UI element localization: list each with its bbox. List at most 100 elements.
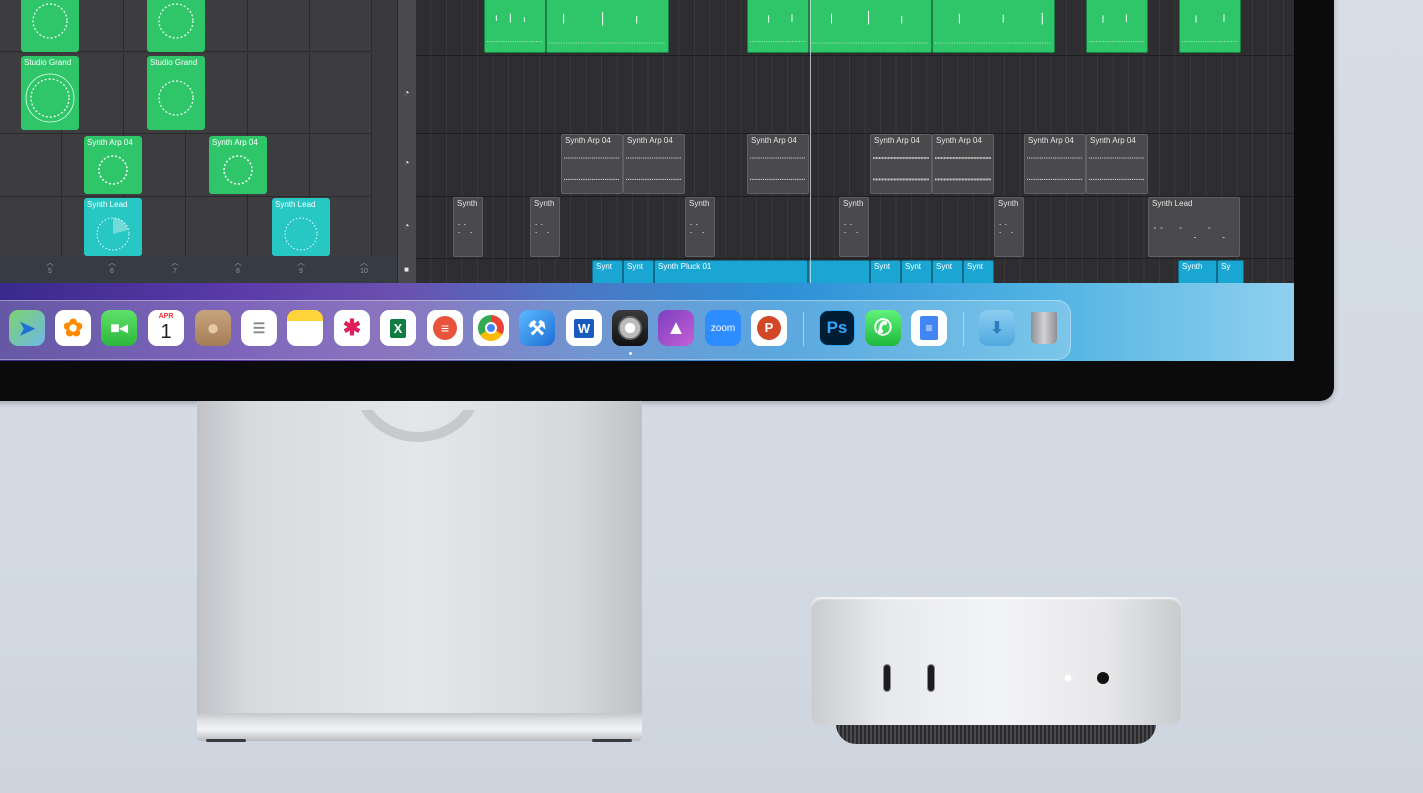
live-loops-grid: Studio Grand Studio Grand Synth Arp 04 S… xyxy=(0,0,397,283)
live-loop-cell[interactable]: Synth Arp 04 xyxy=(84,136,142,194)
slack-icon[interactable]: ✱ xyxy=(334,310,370,346)
grid-slot[interactable] xyxy=(310,54,372,134)
chevron-up-icon: ︿ xyxy=(46,258,54,267)
midi-region[interactable]: Synth Arp 04 xyxy=(1024,134,1086,194)
region-label: Synt xyxy=(905,262,922,271)
loop-ring-icon xyxy=(96,217,130,251)
live-loop-cell[interactable]: Studio Grand xyxy=(147,56,205,130)
midi-region[interactable]: Synth xyxy=(453,197,483,257)
scene-number: 10 xyxy=(360,268,368,275)
live-loop-cell[interactable] xyxy=(21,0,79,52)
dock-separator xyxy=(963,312,964,346)
grid-slot[interactable] xyxy=(248,0,310,52)
affinity-photo-icon[interactable]: ▲ xyxy=(658,310,694,346)
scene-trigger[interactable]: ︿ 5 xyxy=(19,256,81,283)
word-icon[interactable]: W xyxy=(566,310,602,346)
display-stand xyxy=(197,401,642,713)
reminders-icon[interactable]: ☰ xyxy=(241,310,277,346)
powerpoint-icon[interactable]: P xyxy=(751,310,787,346)
loop-progress-icon[interactable]: ◔ xyxy=(401,158,412,169)
logic-pro-icon[interactable] xyxy=(612,310,648,346)
live-loop-cell[interactable]: Studio Grand xyxy=(21,56,79,130)
contacts-icon[interactable]: ● xyxy=(195,310,231,346)
mac-mini-base-vent xyxy=(836,724,1156,744)
notes-icon[interactable] xyxy=(287,310,323,346)
running-indicator xyxy=(629,352,632,355)
stop-icon[interactable]: ■ xyxy=(401,264,412,275)
audio-region[interactable] xyxy=(809,0,932,53)
calendar-icon[interactable]: APR 1 xyxy=(148,310,184,346)
grid-slot[interactable] xyxy=(186,197,248,257)
region-label: Synt xyxy=(874,262,891,271)
facetime-icon[interactable]: ■◂ xyxy=(101,310,137,346)
waveform xyxy=(487,13,543,42)
display-stand-foot xyxy=(197,713,642,741)
audio-region[interactable] xyxy=(1086,0,1148,53)
zoom-icon[interactable]: zoom xyxy=(705,310,741,346)
stand-foot-pad xyxy=(206,739,246,742)
waveform xyxy=(935,12,1052,44)
grid-slot[interactable] xyxy=(248,54,310,134)
waveform xyxy=(549,11,666,44)
midi-region[interactable]: Synth xyxy=(685,197,715,257)
chevron-up-icon: ︿ xyxy=(234,258,242,267)
live-loop-cell[interactable]: Synth Lead xyxy=(272,198,330,256)
midi-region[interactable]: Synth Arp 04 xyxy=(1086,134,1148,194)
midi-region[interactable]: Synth Arp 04 xyxy=(561,134,623,194)
excel-glyph: X xyxy=(389,318,407,338)
midi-region[interactable]: Synth Arp 04 xyxy=(747,134,809,194)
midi-region[interactable]: Synth Lead xyxy=(1148,197,1240,257)
whatsapp-icon[interactable]: ✆ xyxy=(865,310,901,346)
tracks-area: Synth Arp 04 Synth Arp 04 Synth Arp 04 S… xyxy=(416,0,1294,286)
live-loop-cell[interactable]: Synth Lead xyxy=(84,198,142,256)
downloads-folder-icon[interactable]: ⬇ xyxy=(979,310,1015,346)
loop-progress-icon[interactable]: ◔ xyxy=(401,88,412,99)
loop-ring-icon xyxy=(32,3,68,39)
photos-icon[interactable]: ✿ xyxy=(55,310,91,346)
region-label: Synt xyxy=(967,262,984,271)
track-trigger-column: ◔ ◔ ◔ ■ xyxy=(397,0,417,283)
xcode-icon[interactable]: ⚒ xyxy=(519,310,555,346)
region-label: Sy xyxy=(1221,262,1231,271)
midi-region[interactable]: Synth xyxy=(994,197,1024,257)
midi-region[interactable]: Synth Arp 04 xyxy=(870,134,932,194)
trash-icon[interactable] xyxy=(1026,310,1062,346)
audio-region[interactable] xyxy=(1179,0,1241,53)
audio-region[interactable] xyxy=(932,0,1055,53)
scene-trigger[interactable]: ︿ 6 xyxy=(81,256,143,283)
waveform xyxy=(935,157,991,181)
scene-trigger[interactable]: ︿ 7 xyxy=(144,256,206,283)
waveform xyxy=(564,157,620,181)
loop-progress-icon[interactable]: ◔ xyxy=(401,221,412,232)
midi-region[interactable]: Synth Arp 04 xyxy=(623,134,685,194)
scene-trigger[interactable]: ︿ 9 xyxy=(270,256,332,283)
grid-slot[interactable] xyxy=(0,134,62,197)
playhead[interactable] xyxy=(810,0,811,283)
chevron-up-icon: ︿ xyxy=(360,258,368,267)
maps-icon[interactable]: ➤ xyxy=(9,310,45,346)
midi-region[interactable]: Synth xyxy=(530,197,560,257)
excel-icon[interactable]: X xyxy=(380,310,416,346)
waveform xyxy=(873,157,929,181)
live-loop-cell[interactable]: Synth Arp 04 xyxy=(209,136,267,194)
audio-region[interactable] xyxy=(747,0,809,53)
live-loop-cell[interactable] xyxy=(147,0,205,52)
grid-slot[interactable] xyxy=(310,0,372,52)
scene-number: 8 xyxy=(236,268,240,275)
google-docs-icon[interactable]: ≡ xyxy=(911,310,947,346)
audio-region[interactable] xyxy=(546,0,669,53)
scene-trigger[interactable]: ︿ 8 xyxy=(207,256,269,283)
midi-region[interactable]: Synth Arp 04 xyxy=(932,134,994,194)
scene-trigger[interactable]: ︿ 10 xyxy=(333,256,395,283)
photoshop-icon[interactable]: Ps xyxy=(819,310,855,346)
speeko-icon[interactable]: ≡ xyxy=(427,310,463,346)
headphone-jack xyxy=(1097,672,1109,684)
audio-region[interactable] xyxy=(484,0,546,53)
grid-slot[interactable] xyxy=(0,197,62,257)
usb-c-port xyxy=(927,664,935,692)
grid-slot[interactable] xyxy=(310,134,372,197)
midi-region[interactable]: Synth xyxy=(839,197,869,257)
loop-ring-icon xyxy=(98,155,128,185)
chrome-icon[interactable] xyxy=(473,310,509,346)
waveform xyxy=(844,224,858,233)
